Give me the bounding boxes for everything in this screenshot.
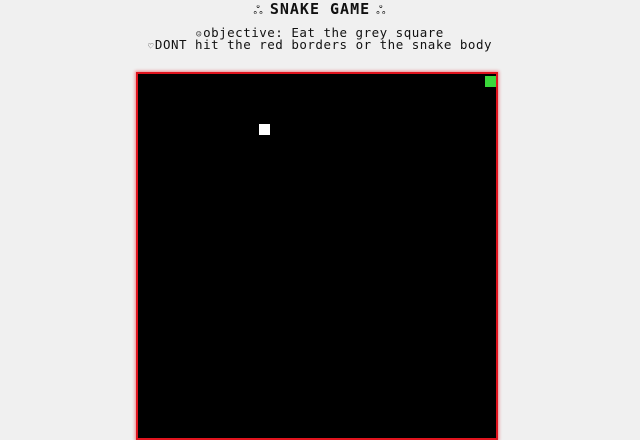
warning-text: DONT hit the red borders or the snake bo… — [154, 37, 492, 52]
game-board[interactable] — [136, 72, 498, 440]
food-square — [259, 124, 270, 135]
snake-game-page: ஃ SNAKE GAME ஃ ☺objective: Eat the grey sq… — [0, 0, 640, 440]
decoration-right-icon: ஃ — [376, 3, 387, 17]
snake-head — [485, 76, 496, 87]
game-title-text: SNAKE GAME — [269, 0, 371, 18]
game-title: ஃ SNAKE GAME ஃ — [0, 0, 640, 19]
decoration-left-icon: ஃ — [253, 3, 264, 17]
heart-icon: ♡ — [148, 42, 154, 52]
warning-line: ♡DONT hit the red borders or the snake b… — [0, 38, 640, 54]
